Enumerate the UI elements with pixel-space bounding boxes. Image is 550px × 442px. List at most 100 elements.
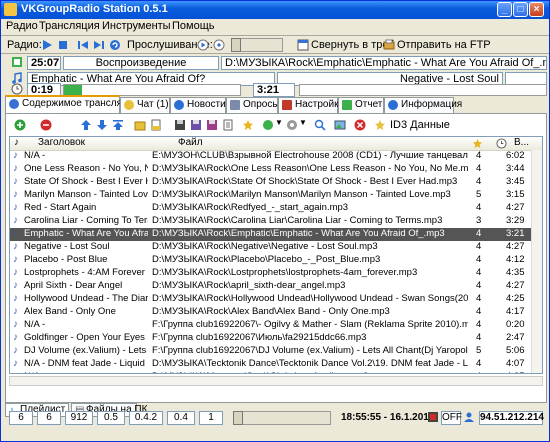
tab-report[interactable]: Отчет [338,97,384,113]
tab-info[interactable]: Информация [384,97,462,113]
tab-polls[interactable]: Опросы [226,97,280,113]
record-icon[interactable] [427,411,439,423]
gear-icon[interactable] [286,119,298,131]
maximize-button[interactable]: □ [513,2,528,17]
buffer-bar [299,84,547,96]
add-icon[interactable] [14,119,26,131]
next-icon[interactable] [93,39,105,51]
tab-news[interactable]: Новости [170,97,226,113]
volume-slider[interactable] [231,38,283,52]
menu-divider [1,35,549,36]
refresh-icon[interactable] [109,39,121,51]
note-icon: ♪ [13,215,18,226]
table-row[interactable]: ♪ Alex Band - Only One D:\МУЗЫКА\Rock\Alex… [10,306,542,319]
table-row[interactable]: ♪ N/A - F:\Группа club16922067\- Ogilvy & … [10,319,542,332]
table-row[interactable]: ♪ One Less Reason - No You, No... D:\МУЗЫК… [10,163,542,176]
note-icon: ♪ [13,241,18,252]
radio-label: Радио: [7,39,42,51]
table-row[interactable]: ♪ Lostprophets - 4:AM Forever D:\МУЗЫКА\Ro… [10,267,542,280]
table-row[interactable]: ♪ N/A - D:\МУЗЫКА\Музыка (Оля)\Christina_A… [10,371,542,373]
row-rating: 4 [476,332,482,343]
save-as-icon[interactable] [190,119,202,131]
status-slider[interactable] [233,411,331,425]
vertical-scrollbar[interactable] [531,150,542,373]
menu-radio[interactable]: Радио [6,20,38,32]
row-rating: 4 [476,241,482,252]
tray-icon[interactable] [297,39,309,51]
id3-icon[interactable] [374,119,386,131]
table-row[interactable]: ♪ Marilyn Manson - Tainted Love D:\МУЗЫКА\… [10,189,542,202]
remove-icon[interactable] [40,119,52,131]
table-row[interactable]: ♪ Negative - Lost Soul D:\МУЗЫКА\Rock\Nega… [10,241,542,254]
row-rating: 4 [476,150,482,161]
row-file: D:\МУЗЫКА\Rock\Lostprophets\lostprophets… [152,267,418,278]
table-row[interactable]: ♪ State Of Shock - Best I Ever Had D:\МУЗЫ… [10,176,542,189]
table-row[interactable]: ♪ April Sixth - Dear Angel D:\МУЗЫКА\Rock\… [10,280,542,293]
menu-tools[interactable]: Инструменты [102,20,171,32]
stop-icon[interactable] [57,39,69,51]
row-file: F:\Группа club16922067\- Ogilvy & Mather… [152,319,468,330]
listen-stop-icon[interactable] [213,39,225,51]
row-duration: 4:27 [506,202,525,213]
menu-help[interactable]: Помощь [172,20,215,32]
status-datetime: 18:55:55 - 16.1.2011 [341,412,434,423]
move-up-icon[interactable] [80,119,92,131]
move-down-icon[interactable] [96,119,108,131]
ftp-icon[interactable] [383,39,395,51]
table-row[interactable]: ♪ Hollywood Undead - The Diary D:\МУЗЫКА\R… [10,293,542,306]
close-button[interactable]: × [529,2,544,17]
table-row[interactable]: ♪ Goldfinger - Open Your Eyes F:\Группа cl… [10,332,542,345]
table-row[interactable]: ♪ Carolina Liar - Coming To Terms D:\МУЗЫК… [10,215,542,228]
off-indicator[interactable]: OFF [441,411,462,425]
id3-data-button[interactable]: ID3 Данные [390,119,450,131]
row-duration: 3:21 [506,228,525,239]
header-title[interactable]: Заголовок [38,137,85,148]
table-row[interactable]: ♪ N/A - E:\МУЗОН\CLUB\Взрывной Electrohous… [10,150,542,163]
app-window: VKGroupRadio Station 0.5.1 _ □ × Радио Т… [0,0,550,442]
user-icon [464,412,474,422]
row-title: N/A - [24,319,46,330]
table-row[interactable]: ♪ DJ Volume (ex.Valium) - Lets all... F:\Г… [10,345,542,358]
menu-bar: Радио Трансляция Инструменты Помощь [1,19,549,35]
listen-play-icon[interactable] [197,39,209,51]
clear-list-icon[interactable] [222,119,234,131]
previous-icon[interactable] [77,39,89,51]
current-path: D:\МУЗЫКА\Rock\Emphatic\Emphatic - What … [221,56,547,70]
tab-settings[interactable]: Настройки [278,97,344,113]
time-header-icon[interactable] [496,138,507,149]
rating-header-icon[interactable] [472,138,483,149]
tab-broadcast-content[interactable]: Содержимое трансляции [5,95,139,113]
status-value-4: 0.5 [97,411,125,425]
tab-chat[interactable]: Чат (1) [120,97,170,113]
favorite-icon[interactable] [242,119,254,131]
open-folder-icon[interactable] [134,119,146,131]
header-duration[interactable]: В... [514,137,529,148]
gear-dropdown-icon[interactable]: ▼ [299,118,307,127]
table-row[interactable]: ♪ Red - Start Again D:\МУЗЫКА\Rock\Redfyed… [10,202,542,215]
table-row[interactable]: ♪ Emphatic - What Are You Afrai... D:\МУЗЫ… [10,228,542,241]
table-row[interactable]: ♪ N/A - DNM feat Jade - Liquid S... D:\МУЗ… [10,358,542,371]
row-file: D:\МУЗЫКА\Tecktonik Dance\Tecktonik Danc… [152,358,468,369]
save-all-icon[interactable] [206,119,218,131]
shuffle-dropdown-icon[interactable]: ▼ [275,118,283,127]
status-value-3: 912 [65,411,93,425]
status-value-2: 6 [37,411,61,425]
row-rating: 4 [476,202,482,213]
open-file-icon[interactable] [150,119,162,131]
send-to-ftp[interactable]: Отправить на FTP [397,39,491,51]
horizontal-scrollbar[interactable] [9,376,543,386]
move-top-icon[interactable] [112,119,124,131]
row-title: N/A - [24,150,46,161]
row-title: Alex Band - Only One [24,306,116,317]
image-icon[interactable] [334,119,346,131]
play-icon[interactable] [41,39,53,51]
header-file[interactable]: Файл [178,137,203,148]
search-icon[interactable] [314,119,326,131]
shuffle-icon[interactable] [262,119,274,131]
save-icon[interactable] [174,119,186,131]
minimize-button[interactable]: _ [497,2,512,17]
table-row[interactable]: ♪ Placebo - Post Blue D:\МУЗЫКА\Rock\Place… [10,254,542,267]
menu-broadcast[interactable]: Трансляция [39,20,100,32]
note-icon: ♪ [13,332,18,343]
cancel-icon[interactable] [354,119,366,131]
